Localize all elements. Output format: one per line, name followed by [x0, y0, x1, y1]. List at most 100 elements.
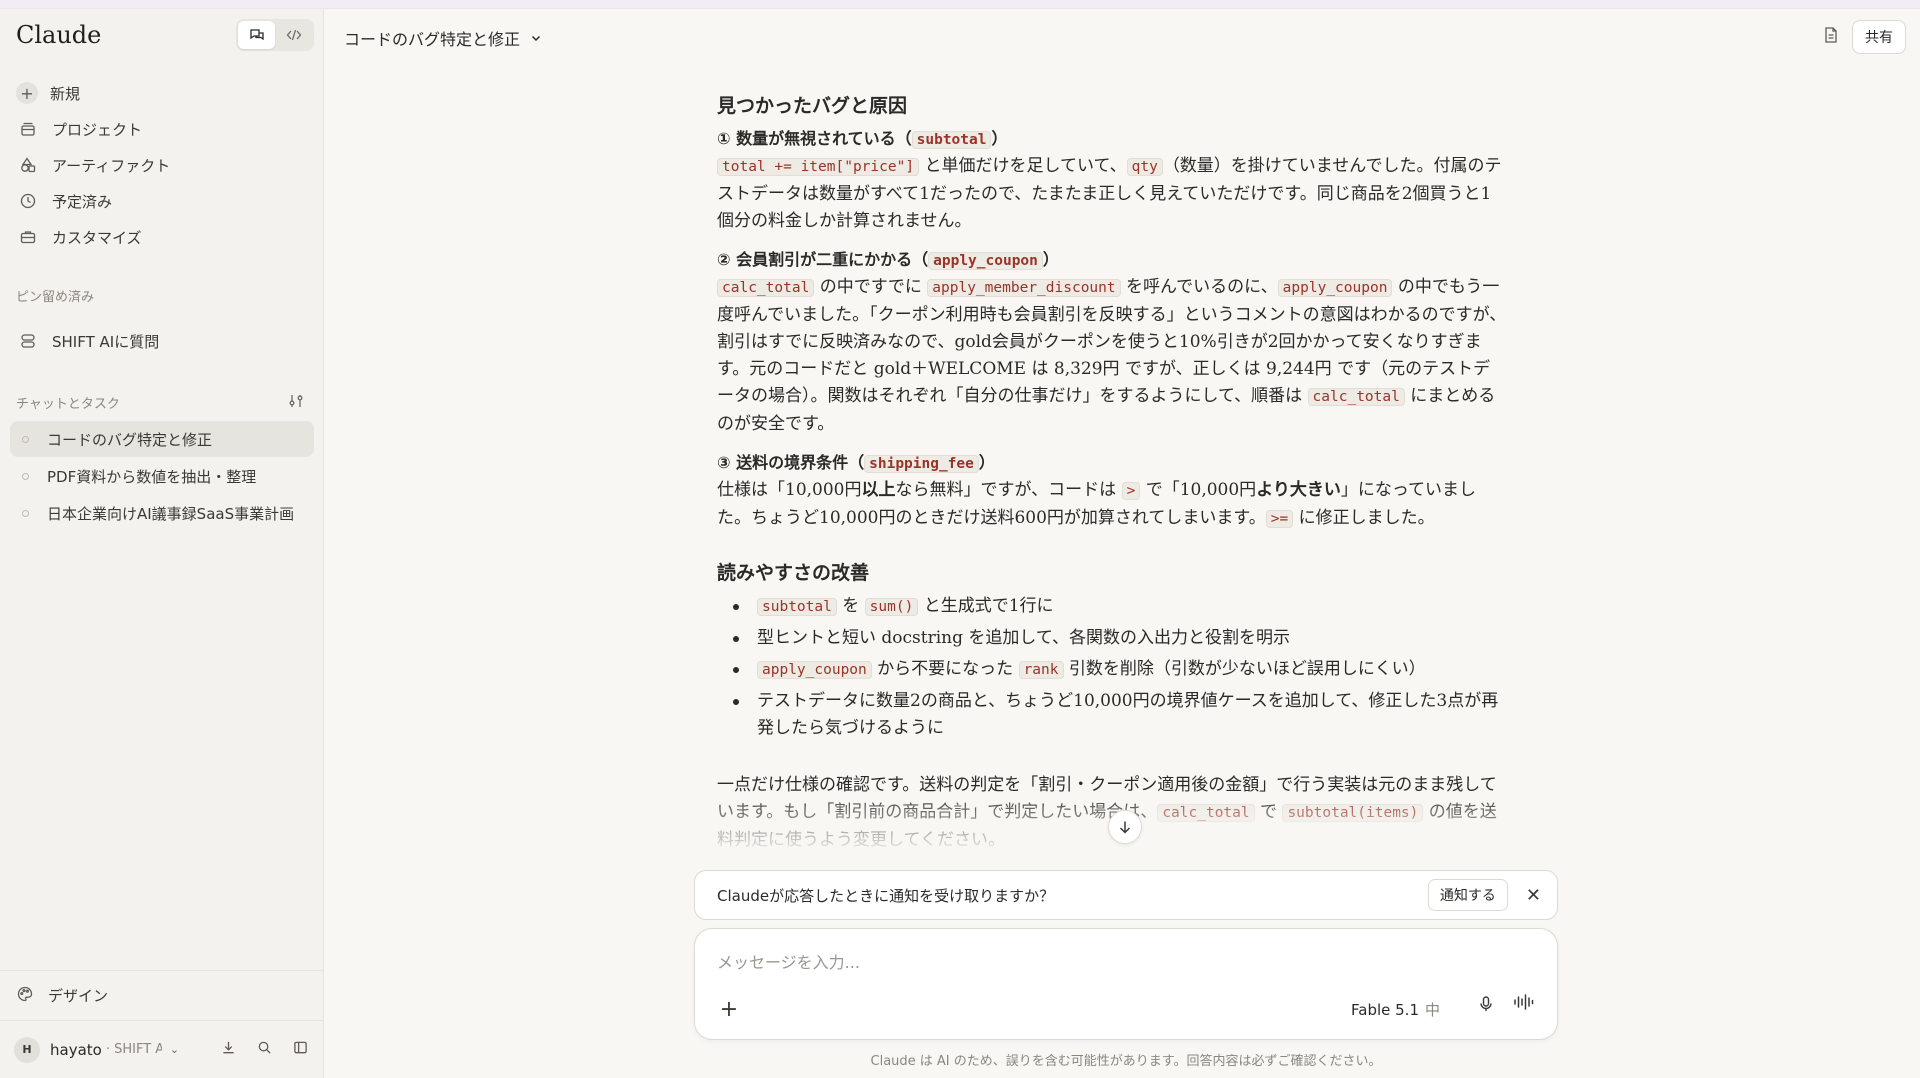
chat-mode-button[interactable]: [238, 21, 275, 49]
model-effort: 中: [1424, 1001, 1440, 1019]
inline-code: >: [1121, 482, 1141, 500]
inline-code: apply_coupon: [928, 252, 1043, 270]
assistant-message: 見つかったバグと原因 ① 数量が無視されている（ subtotal） total …: [717, 92, 1507, 852]
chat-item[interactable]: コードのバグ特定と修正: [10, 421, 314, 457]
search-icon[interactable]: [253, 1040, 275, 1059]
pinned-list: SHIFT AIに質問: [10, 323, 314, 359]
brand-logo: Claude: [16, 21, 102, 49]
bug-1-body: total += item["price"] と単価だけを足していて、 qty （数…: [717, 153, 1507, 235]
document-icon[interactable]: [1822, 26, 1840, 48]
inline-code: total += item["price"]: [717, 158, 920, 176]
text: ）: [1042, 250, 1059, 269]
plus-icon: +: [719, 996, 739, 1022]
microphone-button[interactable]: [1477, 995, 1495, 1017]
text: なら無料」ですが、コードは: [895, 480, 1122, 500]
text: ）: [978, 453, 995, 472]
chat-item-label: 日本企業向けAI議事録SaaS事業計画: [47, 504, 295, 523]
text: で「10,000円: [1140, 480, 1257, 500]
sidebar-nav: + 新規 プロジェクト アーティファクト 予定済み カスタマイズ: [10, 75, 314, 255]
sidebar-footer: デザイン H hayato · SHIFT AI ⌄: [0, 970, 323, 1078]
inline-code: apply_coupon: [1277, 279, 1393, 297]
inline-code: calc_total: [717, 279, 815, 297]
inline-code: apply_coupon: [757, 661, 872, 679]
chat-item[interactable]: 日本企業向けAI議事録SaaS事業計画: [10, 495, 314, 531]
bold-text: 以上: [861, 480, 896, 500]
conversation-title-menu[interactable]: コードのバグ特定と修正: [344, 26, 542, 50]
chat-item[interactable]: PDF資料から数値を抽出・整理: [10, 458, 314, 494]
attach-button[interactable]: +: [713, 993, 745, 1025]
inline-code: rank: [1018, 661, 1064, 679]
close-icon[interactable]: ✕: [1526, 885, 1541, 906]
list-item: テストデータに数量2の商品と、ちょうど10,000円の境界値ケースを追加して、修…: [717, 688, 1507, 742]
download-icon[interactable]: [217, 1040, 239, 1059]
text: を呼んでいるのに、: [1120, 277, 1278, 297]
text: で: [1254, 802, 1283, 822]
palette-icon: [16, 985, 34, 1007]
inline-code: subtotal: [757, 598, 837, 616]
share-button[interactable]: 共有: [1852, 20, 1906, 54]
sidebar-item-artifacts[interactable]: アーティファクト: [10, 147, 314, 183]
briefcase-icon: [16, 225, 40, 249]
sidebar: Claude + 新規 プロジェクト アーティファクト 予定済み カスタマイズ …: [0, 9, 324, 1078]
text: ）: [991, 129, 1008, 148]
text: ① 数量が無視されている（: [717, 129, 912, 148]
sidebar-item-label: カスタマイズ: [52, 228, 142, 247]
list-item: 型ヒントと短い docstring を追加して、各関数の入出力と役割を明示: [717, 625, 1507, 652]
chevron-down-icon: ⌄: [169, 1043, 180, 1056]
top-strip: [0, 0, 1920, 9]
user-menu[interactable]: H hayato · SHIFT AI ⌄: [0, 1020, 323, 1078]
inline-code: calc_total: [1157, 804, 1255, 822]
bug-3-body: 仕様は「10,000円以上なら無料」ですが、コードは > で「10,000円より…: [717, 477, 1507, 533]
enable-notifications-button[interactable]: 通知する: [1427, 879, 1508, 911]
scroll-to-bottom-button[interactable]: [1108, 810, 1142, 844]
inline-code: shipping_fee: [864, 455, 979, 473]
text: を: [836, 596, 865, 616]
sidebar-item-label: 新規: [50, 84, 81, 103]
pinned-item-shift-ai[interactable]: SHIFT AIに質問: [10, 323, 314, 359]
bold-text: より大きい: [1256, 480, 1341, 500]
notification-text: Claudeが応答したときに通知を受け取りますか？: [717, 886, 1055, 905]
sidebar-item-customize[interactable]: カスタマイズ: [10, 219, 314, 255]
model-name: Fable 5.1: [1351, 1001, 1419, 1019]
user-name: hayato: [50, 1040, 102, 1059]
design-button[interactable]: デザイン: [0, 970, 323, 1020]
message-input[interactable]: [717, 953, 1537, 972]
text: と生成式で1行に: [918, 596, 1054, 616]
chat-item-label: コードのバグ特定と修正: [47, 430, 213, 449]
chat-bubbles-icon: [249, 29, 264, 41]
microphone-icon: [1480, 996, 1492, 1011]
user-org: · SHIFT AI: [105, 1042, 162, 1057]
chat-item-label: PDF資料から数値を抽出・整理: [47, 467, 257, 486]
header-actions: 共有: [1822, 20, 1906, 54]
sidebar-item-label: アーティファクト: [52, 156, 171, 175]
model-selector[interactable]: Fable 5.1 中: [1351, 999, 1440, 1020]
sidebar-toggle-icon[interactable]: [289, 1040, 311, 1059]
voice-mode-button[interactable]: [1513, 993, 1535, 1015]
conversation-title: コードのバグ特定と修正: [344, 30, 521, 49]
sidebar-item-new[interactable]: + 新規: [10, 75, 314, 111]
pinned-section-title: ピン留め済み: [16, 290, 95, 305]
code-icon: [286, 29, 301, 41]
inline-code: subtotal(items): [1282, 804, 1424, 822]
bug-1-title: ① 数量が無視されている（ subtotal）: [717, 126, 1507, 153]
inline-code: sum(): [864, 598, 919, 616]
design-label: デザイン: [48, 987, 109, 1005]
sidebar-item-label: プロジェクト: [52, 120, 143, 139]
chat-status-dot: [22, 509, 29, 517]
code-mode-button[interactable]: [275, 21, 312, 49]
text: 仕様は「10,000円: [717, 480, 862, 500]
text: 引数を削除（引数が少ないほど誤用しにくい）: [1063, 659, 1426, 679]
text: に修正しました。: [1293, 508, 1435, 528]
sidebar-item-projects[interactable]: プロジェクト: [10, 111, 314, 147]
inline-code: qty: [1126, 158, 1163, 176]
inline-code: apply_member_discount: [927, 279, 1121, 297]
sidebar-item-scheduled[interactable]: 予定済み: [10, 183, 314, 219]
section-heading: 見つかったバグと原因: [717, 95, 908, 117]
chat-status-dot: [22, 435, 29, 443]
projects-icon: [16, 117, 40, 141]
bug-2-body: calc_total の中ですでに apply_member_discount …: [717, 274, 1507, 438]
list-item: apply_coupon から不要になった rank 引数を削除（引数が少ないほ…: [717, 656, 1507, 684]
filter-icon[interactable]: [288, 393, 304, 413]
